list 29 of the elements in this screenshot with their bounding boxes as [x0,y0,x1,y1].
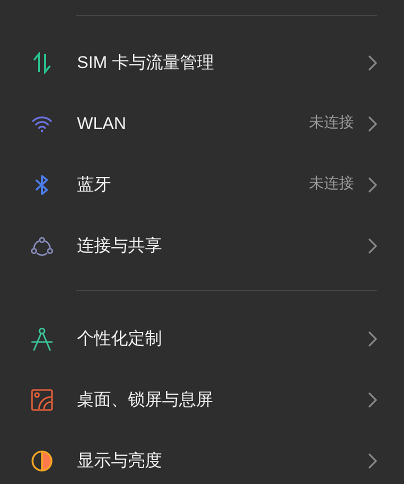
chevron-right-icon [368,392,377,408]
chevron-right-icon [368,238,377,254]
status-text: 未连接 [309,174,354,194]
item-label: 个性化定制 [77,328,162,350]
bluetooth-icon [34,174,50,196]
settings-item[interactable]: WLAN 未连接 [0,93,404,154]
item-label: 蓝牙 [77,174,111,196]
wifi-icon [31,114,53,132]
wallpaper-icon [31,388,53,410]
chevron-right-icon [368,54,377,70]
settings-item[interactable]: SIM 卡与流量管理 [0,32,404,93]
chevron-right-icon [368,452,377,468]
chevron-right-icon [368,116,377,132]
settings-item[interactable]: 桌面、锁屏与息屏 [0,369,404,430]
settings-item[interactable]: 个性化定制 [0,308,404,369]
item-label: 桌面、锁屏与息屏 [77,388,213,411]
item-label: 显示与亮度 [77,450,162,472]
brightness-icon [31,450,53,472]
item-label: WLAN [77,112,126,135]
status-text: 未连接 [309,113,354,134]
settings-item[interactable]: 蓝牙 未连接 [0,154,404,215]
item-label: 连接与共享 [77,234,162,257]
settings-item[interactable]: 显示与亮度 [0,430,404,484]
connected-nodes-icon [30,236,54,256]
drawing-compass-icon [31,326,53,350]
chevron-right-icon [368,176,377,192]
item-label: SIM 卡与流量管理 [77,52,214,74]
chevron-right-icon [368,330,377,346]
settings-item[interactable]: 连接与共享 [0,215,404,276]
